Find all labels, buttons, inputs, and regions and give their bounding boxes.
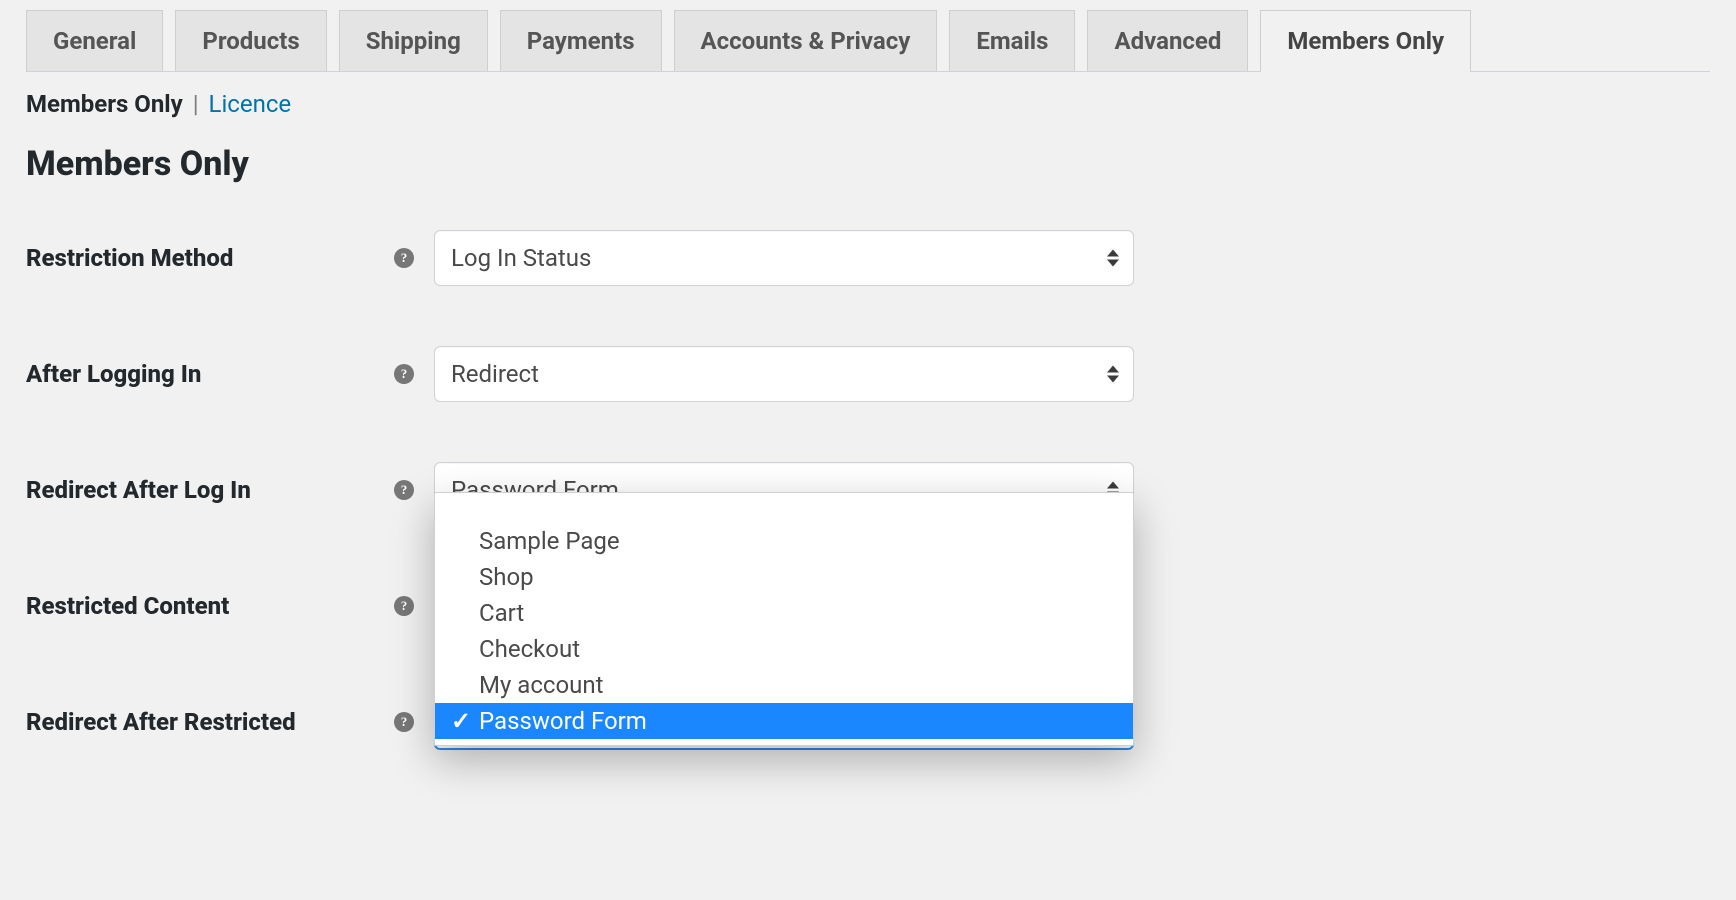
select-arrows-icon	[1107, 250, 1119, 267]
help-icon[interactable]: ?	[394, 480, 414, 500]
tab-advanced[interactable]: Advanced	[1087, 10, 1248, 71]
subsection-separator: |	[193, 90, 199, 118]
tab-general[interactable]: General	[26, 10, 163, 71]
select-value: Redirect	[451, 360, 539, 388]
dropdown-option-checkout[interactable]: Checkout	[435, 631, 1133, 667]
help-icon[interactable]: ?	[394, 596, 414, 616]
label-redirect-after-restricted: Redirect After Restricted	[26, 708, 394, 736]
checkmark-icon: ✓	[451, 707, 471, 735]
subsection-licence-link[interactable]: Licence	[209, 90, 292, 118]
row-redirect-after-log-in: Redirect After Log In ? Password Form Sa…	[26, 462, 1710, 518]
label-restricted-content: Restricted Content	[26, 592, 394, 620]
tab-payments[interactable]: Payments	[500, 10, 662, 71]
tab-members-only[interactable]: Members Only	[1260, 10, 1471, 71]
row-restriction-method: Restriction Method ? Log In Status	[26, 230, 1710, 286]
tab-shipping[interactable]: Shipping	[339, 10, 488, 71]
tab-products[interactable]: Products	[175, 10, 326, 71]
label-redirect-after-log-in: Redirect After Log In	[26, 476, 394, 504]
dropdown-option-cart[interactable]: Cart	[435, 595, 1133, 631]
dropdown-option-password-form[interactable]: ✓ Password Form	[435, 703, 1133, 739]
page-title: Members Only	[26, 144, 1710, 184]
settings-tabs: General Products Shipping Payments Accou…	[26, 10, 1710, 72]
select-after-logging-in[interactable]: Redirect	[434, 346, 1134, 402]
dropdown-option-sample-page[interactable]: Sample Page	[435, 523, 1133, 559]
dropdown-option-label: Password Form	[479, 707, 647, 735]
select-restriction-method[interactable]: Log In Status	[434, 230, 1134, 286]
help-icon[interactable]: ?	[394, 364, 414, 384]
dropdown-option-shop[interactable]: Shop	[435, 559, 1133, 595]
tab-emails[interactable]: Emails	[949, 10, 1075, 71]
subsection-current: Members Only	[26, 90, 183, 118]
help-icon[interactable]: ?	[394, 248, 414, 268]
tab-accounts-privacy[interactable]: Accounts & Privacy	[674, 10, 938, 71]
select-value: Log In Status	[451, 244, 591, 272]
dropdown-option-my-account[interactable]: My account	[435, 667, 1133, 703]
label-restriction-method: Restriction Method	[26, 244, 394, 272]
select-arrows-icon	[1107, 366, 1119, 383]
settings-page: General Products Shipping Payments Accou…	[0, 0, 1736, 870]
row-after-logging-in: After Logging In ? Redirect	[26, 346, 1710, 402]
dropdown-panel: Sample Page Shop Cart Checkout My accoun…	[434, 492, 1134, 746]
settings-form: Restriction Method ? Log In Status After…	[26, 230, 1710, 750]
subsection-nav: Members Only | Licence	[26, 90, 1710, 118]
help-icon[interactable]: ?	[394, 712, 414, 732]
label-after-logging-in: After Logging In	[26, 360, 394, 388]
